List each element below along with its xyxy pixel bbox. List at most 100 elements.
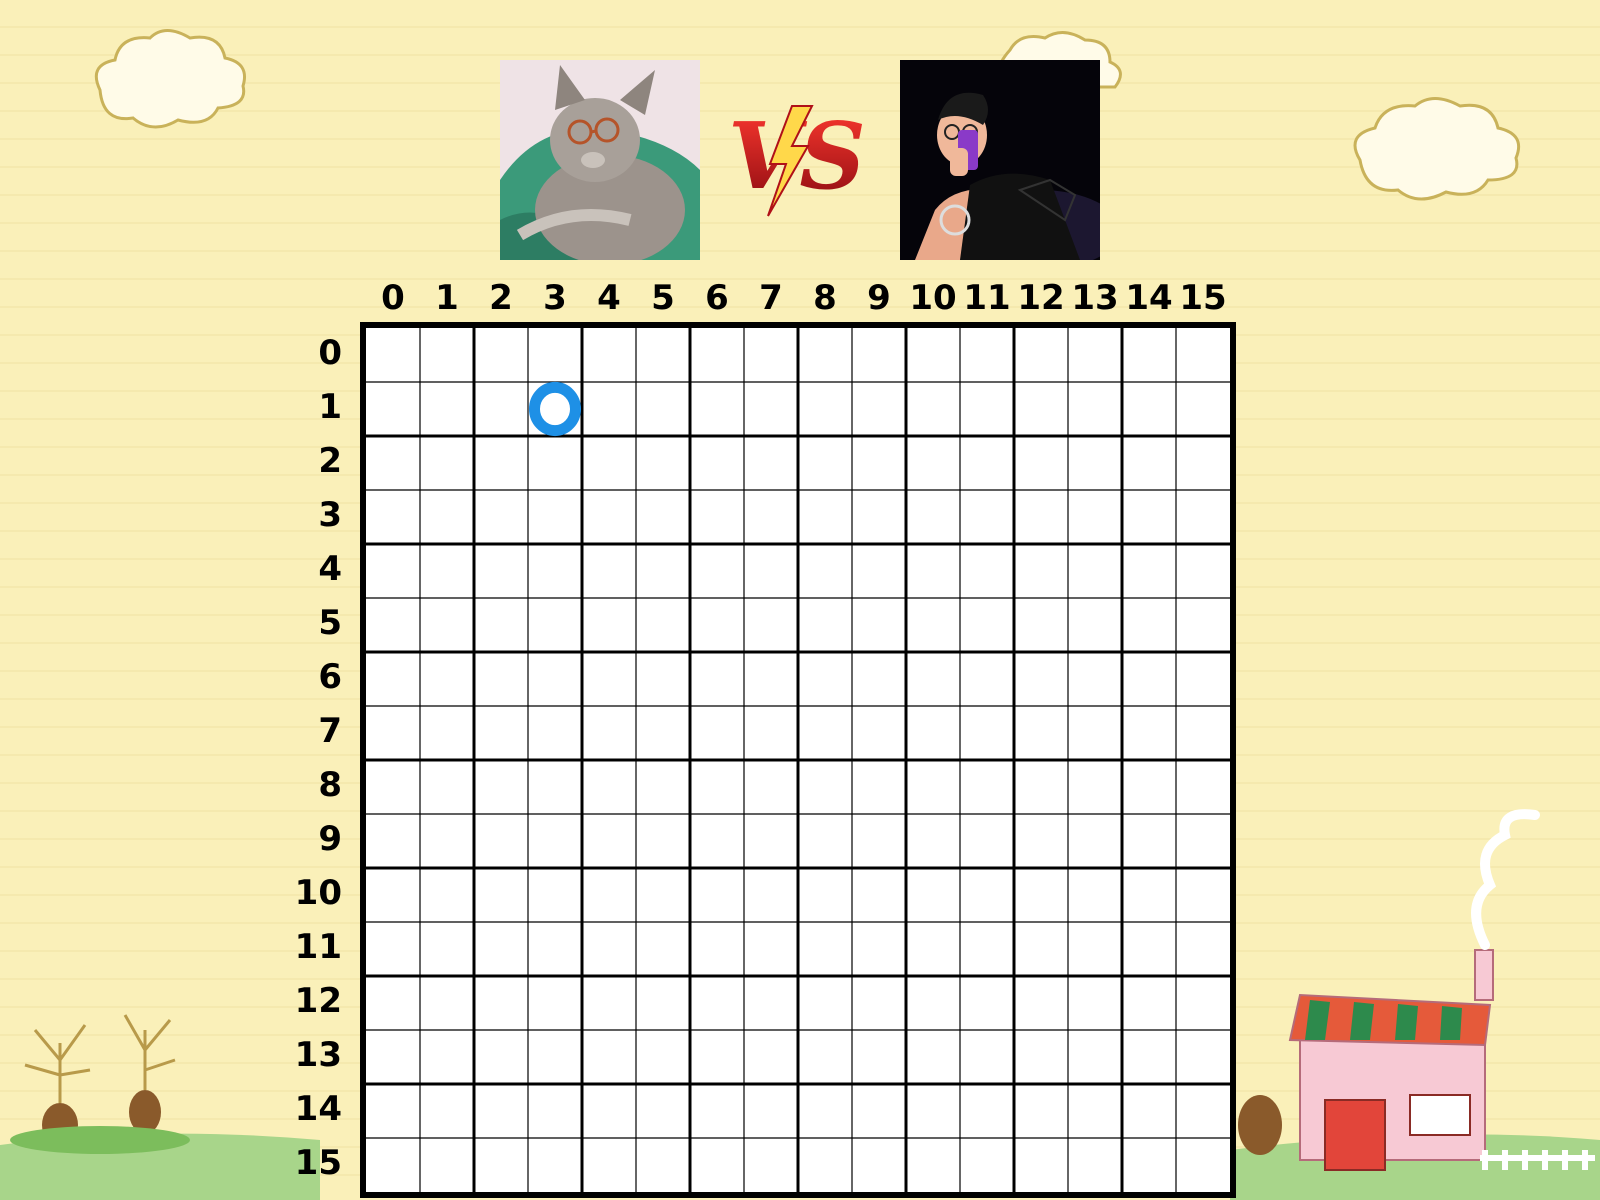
board-cell[interactable] — [960, 436, 1014, 490]
board-cell[interactable] — [906, 868, 960, 922]
board-cell[interactable] — [1122, 382, 1176, 436]
board-cell[interactable] — [744, 922, 798, 976]
board-cell[interactable] — [420, 760, 474, 814]
board-cell[interactable] — [960, 1030, 1014, 1084]
board-cell[interactable] — [1176, 652, 1230, 706]
board-cell[interactable] — [474, 490, 528, 544]
board-cell[interactable] — [798, 868, 852, 922]
board-cell[interactable] — [636, 328, 690, 382]
board-cell[interactable] — [1122, 976, 1176, 1030]
board-cell[interactable] — [744, 598, 798, 652]
board-cell[interactable] — [366, 1084, 420, 1138]
board-cell[interactable] — [420, 922, 474, 976]
board-cell[interactable] — [1014, 976, 1068, 1030]
board-cell[interactable] — [528, 436, 582, 490]
board-cell[interactable] — [960, 814, 1014, 868]
board-cell[interactable] — [366, 922, 420, 976]
board-cell[interactable] — [366, 814, 420, 868]
board-cell[interactable] — [690, 652, 744, 706]
board-cell[interactable] — [474, 976, 528, 1030]
board-cell[interactable] — [798, 976, 852, 1030]
board-cell[interactable] — [1176, 1030, 1230, 1084]
board-cell[interactable] — [1014, 1030, 1068, 1084]
board-cell[interactable] — [1176, 976, 1230, 1030]
board-cell[interactable] — [528, 1030, 582, 1084]
board-cell[interactable] — [528, 760, 582, 814]
board-cell[interactable] — [582, 706, 636, 760]
board-cell[interactable] — [960, 652, 1014, 706]
board-cell[interactable] — [690, 490, 744, 544]
board-cell[interactable] — [636, 1138, 690, 1192]
board-cell[interactable] — [960, 868, 1014, 922]
game-board[interactable] — [360, 322, 1236, 1198]
board-cell[interactable] — [906, 760, 960, 814]
board-cell[interactable] — [420, 544, 474, 598]
board-cell[interactable] — [744, 760, 798, 814]
board-cell[interactable] — [1122, 922, 1176, 976]
board-cell[interactable] — [366, 1030, 420, 1084]
board-cell[interactable] — [1068, 1030, 1122, 1084]
board-cell[interactable] — [906, 382, 960, 436]
board-cell[interactable] — [690, 814, 744, 868]
board-cell[interactable] — [960, 706, 1014, 760]
board-cell[interactable] — [474, 868, 528, 922]
board-cell[interactable] — [582, 868, 636, 922]
board-cell[interactable] — [420, 382, 474, 436]
board-cell[interactable] — [420, 706, 474, 760]
board-cell[interactable] — [744, 382, 798, 436]
board-cell[interactable] — [636, 544, 690, 598]
board-cell[interactable] — [852, 382, 906, 436]
board-cell[interactable] — [1014, 1138, 1068, 1192]
board-cell[interactable] — [852, 328, 906, 382]
board-cell[interactable] — [474, 1138, 528, 1192]
board-cell[interactable] — [1014, 1084, 1068, 1138]
board-cell[interactable] — [798, 544, 852, 598]
board-cell[interactable] — [1014, 760, 1068, 814]
board-cell[interactable] — [690, 1084, 744, 1138]
board-cell[interactable] — [636, 976, 690, 1030]
board-cell[interactable] — [1122, 490, 1176, 544]
board-cell[interactable] — [366, 436, 420, 490]
board-cell[interactable] — [420, 598, 474, 652]
board-cell[interactable] — [744, 1030, 798, 1084]
board-cell[interactable] — [1014, 814, 1068, 868]
board-cell[interactable] — [1122, 868, 1176, 922]
board-cell[interactable] — [420, 814, 474, 868]
board-cell[interactable] — [798, 1138, 852, 1192]
board-cell[interactable] — [1014, 868, 1068, 922]
board-cell[interactable] — [690, 1030, 744, 1084]
board-cell[interactable] — [420, 1030, 474, 1084]
board-cell[interactable] — [1068, 652, 1122, 706]
board-cell[interactable] — [1176, 922, 1230, 976]
board-cell[interactable] — [906, 490, 960, 544]
board-cell[interactable] — [906, 598, 960, 652]
board-cell[interactable] — [744, 328, 798, 382]
board-cell[interactable] — [960, 1084, 1014, 1138]
board-cell[interactable] — [528, 976, 582, 1030]
board-cell[interactable] — [1122, 1030, 1176, 1084]
board-cell[interactable] — [582, 1138, 636, 1192]
board-cell[interactable] — [906, 1138, 960, 1192]
board-cell[interactable] — [1176, 382, 1230, 436]
board-cell[interactable] — [420, 490, 474, 544]
board-cell[interactable] — [474, 1030, 528, 1084]
board-cell[interactable] — [744, 976, 798, 1030]
board-cell[interactable] — [636, 868, 690, 922]
board-cell[interactable] — [636, 706, 690, 760]
board-cell[interactable] — [636, 922, 690, 976]
board-cell[interactable] — [690, 598, 744, 652]
board-cell[interactable] — [528, 814, 582, 868]
board-cell[interactable] — [582, 976, 636, 1030]
board-cell[interactable] — [366, 652, 420, 706]
board-cell[interactable] — [420, 868, 474, 922]
board-cell[interactable] — [798, 814, 852, 868]
board-cell[interactable] — [582, 598, 636, 652]
board-cell[interactable] — [1068, 436, 1122, 490]
board-cell[interactable] — [798, 490, 852, 544]
board-cell[interactable] — [1068, 382, 1122, 436]
board-cell[interactable] — [1122, 598, 1176, 652]
board-cell[interactable] — [636, 436, 690, 490]
board-cell[interactable] — [582, 652, 636, 706]
board-cell[interactable] — [1068, 706, 1122, 760]
board-cell[interactable] — [474, 328, 528, 382]
